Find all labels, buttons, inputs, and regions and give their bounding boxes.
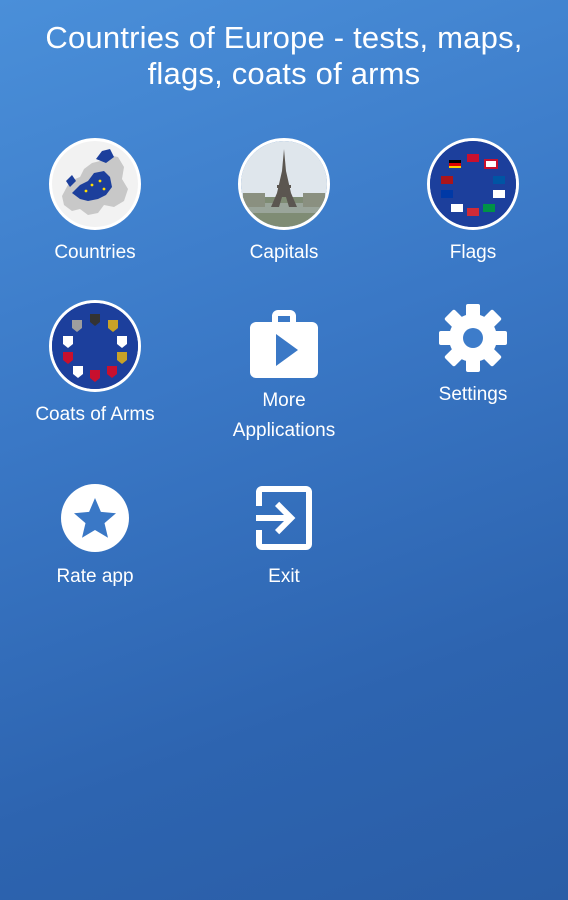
more-applications-label: More Applications xyxy=(189,386,379,446)
more-applications-label-line2: Applications xyxy=(232,420,336,441)
flags-circle-icon xyxy=(425,136,521,232)
capitals-button[interactable]: Capitals xyxy=(189,136,379,268)
capitals-label: Capitals xyxy=(249,242,319,263)
more-applications-button[interactable]: More Applications xyxy=(189,298,379,446)
settings-button[interactable]: Settings xyxy=(378,298,568,410)
countries-button[interactable]: Countries xyxy=(0,136,190,268)
coats-of-arms-label: Coats of Arms xyxy=(35,404,155,425)
exit-button[interactable]: Exit xyxy=(189,470,379,592)
play-store-bag-icon xyxy=(236,298,332,394)
countries-label: Countries xyxy=(54,242,136,263)
coats-of-arms-button[interactable]: Coats of Arms xyxy=(0,298,190,430)
rate-app-button[interactable]: Rate app xyxy=(0,470,190,592)
app-title: Countries of Europe - tests, maps, flags… xyxy=(45,20,523,91)
europe-map-icon xyxy=(47,136,143,232)
eiffel-tower-photo-icon xyxy=(236,136,332,232)
rate-app-label: Rate app xyxy=(56,566,134,587)
star-icon xyxy=(47,470,143,566)
flags-button[interactable]: Flags xyxy=(378,136,568,268)
flags-label: Flags xyxy=(449,242,497,263)
exit-icon xyxy=(236,470,332,566)
exit-label: Exit xyxy=(268,566,300,587)
gear-icon xyxy=(425,298,521,394)
coats-of-arms-circle-icon xyxy=(47,298,143,394)
